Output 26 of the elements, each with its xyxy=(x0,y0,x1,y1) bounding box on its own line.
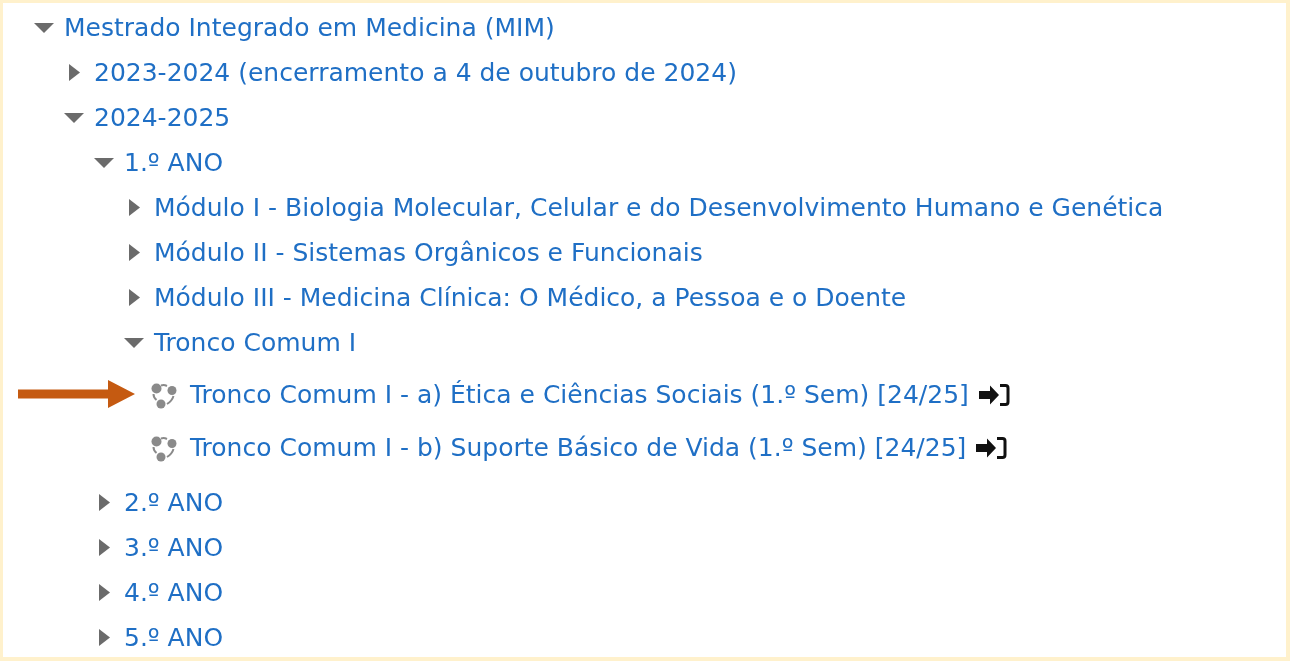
category-link[interactable]: 1.º ANO xyxy=(124,147,224,178)
caret-right-icon[interactable] xyxy=(98,584,110,601)
category-link[interactable]: 2.º ANO xyxy=(124,487,224,518)
category-link[interactable]: Módulo I - Biologia Molecular, Celular e do Desenvolvimento Humano e Genética xyxy=(154,192,1164,223)
caret-right-icon[interactable] xyxy=(98,494,110,511)
category-link[interactable]: 5.º ANO xyxy=(124,622,224,653)
caret-right-icon[interactable] xyxy=(98,539,110,556)
caret-down-icon[interactable] xyxy=(124,337,144,348)
category-link[interactable]: 3.º ANO xyxy=(124,532,224,563)
caret-down-icon[interactable] xyxy=(64,112,84,123)
category-link[interactable]: Mestrado Integrado em Medicina (MIM) xyxy=(64,12,555,43)
category-link[interactable]: Módulo II - Sistemas Orgânicos e Funcionais xyxy=(154,237,703,268)
course-link[interactable]: Tronco Comum I - a) Ética e Ciências Sociais (1.º Sem) [24/25] xyxy=(190,379,969,410)
caret-right-icon[interactable] xyxy=(128,199,140,216)
category-link[interactable]: 4.º ANO xyxy=(124,577,224,608)
caret-down-icon[interactable] xyxy=(34,22,54,33)
category-link[interactable]: Tronco Comum I xyxy=(154,327,357,358)
caret-right-icon[interactable] xyxy=(128,289,140,306)
caret-right-icon[interactable] xyxy=(98,629,110,646)
caret-right-icon[interactable] xyxy=(128,244,140,261)
category-link[interactable]: 2024-2025 xyxy=(94,102,231,133)
category-link[interactable]: Módulo III - Medicina Clínica: O Médico, a Pessoa e o Doente xyxy=(154,282,907,313)
course-link[interactable]: Tronco Comum I - b) Suporte Básico de Vida (1.º Sem) [24/25] xyxy=(190,432,967,463)
caret-right-icon[interactable] xyxy=(68,64,80,81)
caret-down-icon[interactable] xyxy=(94,157,114,168)
category-link[interactable]: 2023-2024 (encerramento a 4 de outubro de 2024) xyxy=(94,57,737,88)
